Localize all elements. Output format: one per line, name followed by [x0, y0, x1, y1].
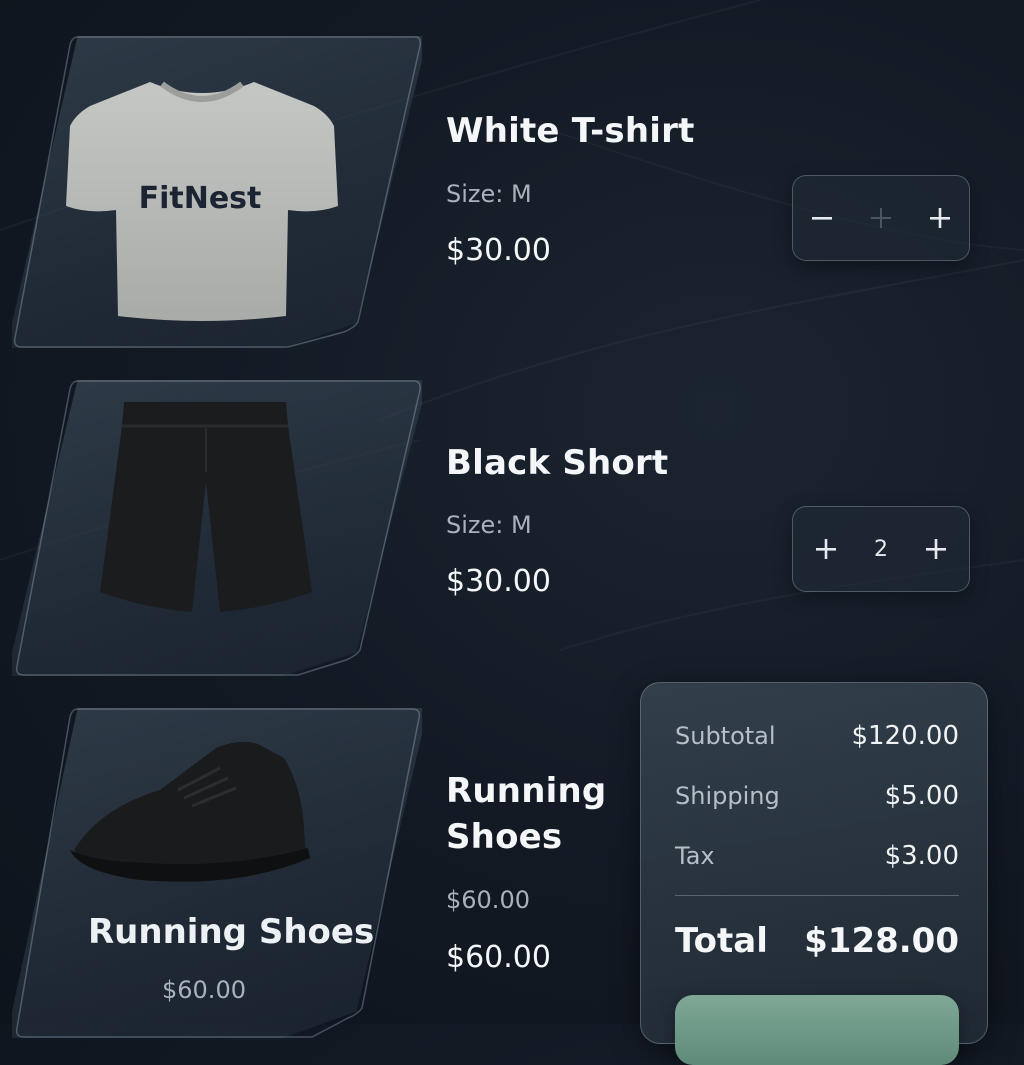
item-price: $30.00 — [446, 233, 551, 268]
item-price: $30.00 — [446, 564, 551, 599]
tax-value: $3.00 — [884, 841, 959, 871]
item-title: White T-shirt — [446, 111, 695, 151]
summary-divider — [675, 895, 959, 896]
product-card-shoes[interactable]: Running Shoes $60.00 — [12, 708, 422, 1038]
item-price: $60.00 — [446, 940, 551, 975]
card-product-price: $60.00 — [162, 976, 246, 1004]
order-summary-panel: Subtotal $120.00 Shipping $5.00 Tax $3.0… — [640, 682, 988, 1065]
subtotal-label: Subtotal — [675, 722, 776, 750]
item-title-line1: Running — [446, 771, 607, 811]
tax-label: Tax — [675, 842, 715, 870]
tshirt-image: FitNest — [66, 81, 338, 321]
quantity-stepper[interactable] — [792, 175, 970, 261]
sneaker-image — [70, 741, 310, 882]
plus-icon[interactable] — [804, 527, 848, 571]
product-card-shorts[interactable] — [12, 380, 422, 676]
quantity-stepper[interactable]: 2 — [792, 506, 970, 592]
minus-icon[interactable] — [800, 196, 844, 240]
shipping-row: Shipping $5.00 — [675, 781, 959, 811]
tshirt-brand-print: FitNest — [139, 181, 262, 216]
quantity-value: 2 — [873, 536, 888, 562]
subtotal-value: $120.00 — [851, 721, 959, 751]
quantity-placeholder-icon — [859, 196, 903, 240]
total-label: Total — [675, 921, 768, 961]
item-title: Black Short — [446, 443, 669, 483]
product-card-tshirt[interactable]: FitNest — [12, 36, 422, 348]
shipping-label: Shipping — [675, 782, 780, 810]
plus-icon[interactable] — [918, 196, 962, 240]
total-row: Total $128.00 — [675, 921, 959, 961]
item-size: Size: M — [446, 180, 532, 208]
checkout-button[interactable] — [675, 995, 959, 1065]
shipping-value: $5.00 — [884, 781, 959, 811]
item-meta-price: $60.00 — [446, 886, 530, 914]
card-product-title: Running Shoes — [88, 912, 375, 952]
subtotal-row: Subtotal $120.00 — [675, 721, 959, 751]
plus-icon[interactable] — [914, 527, 958, 571]
item-title-line2: Shoes — [446, 817, 563, 857]
total-value: $128.00 — [804, 921, 959, 961]
item-size: Size: M — [446, 511, 532, 539]
tax-row: Tax $3.00 — [675, 841, 959, 871]
shorts-image — [100, 402, 312, 612]
